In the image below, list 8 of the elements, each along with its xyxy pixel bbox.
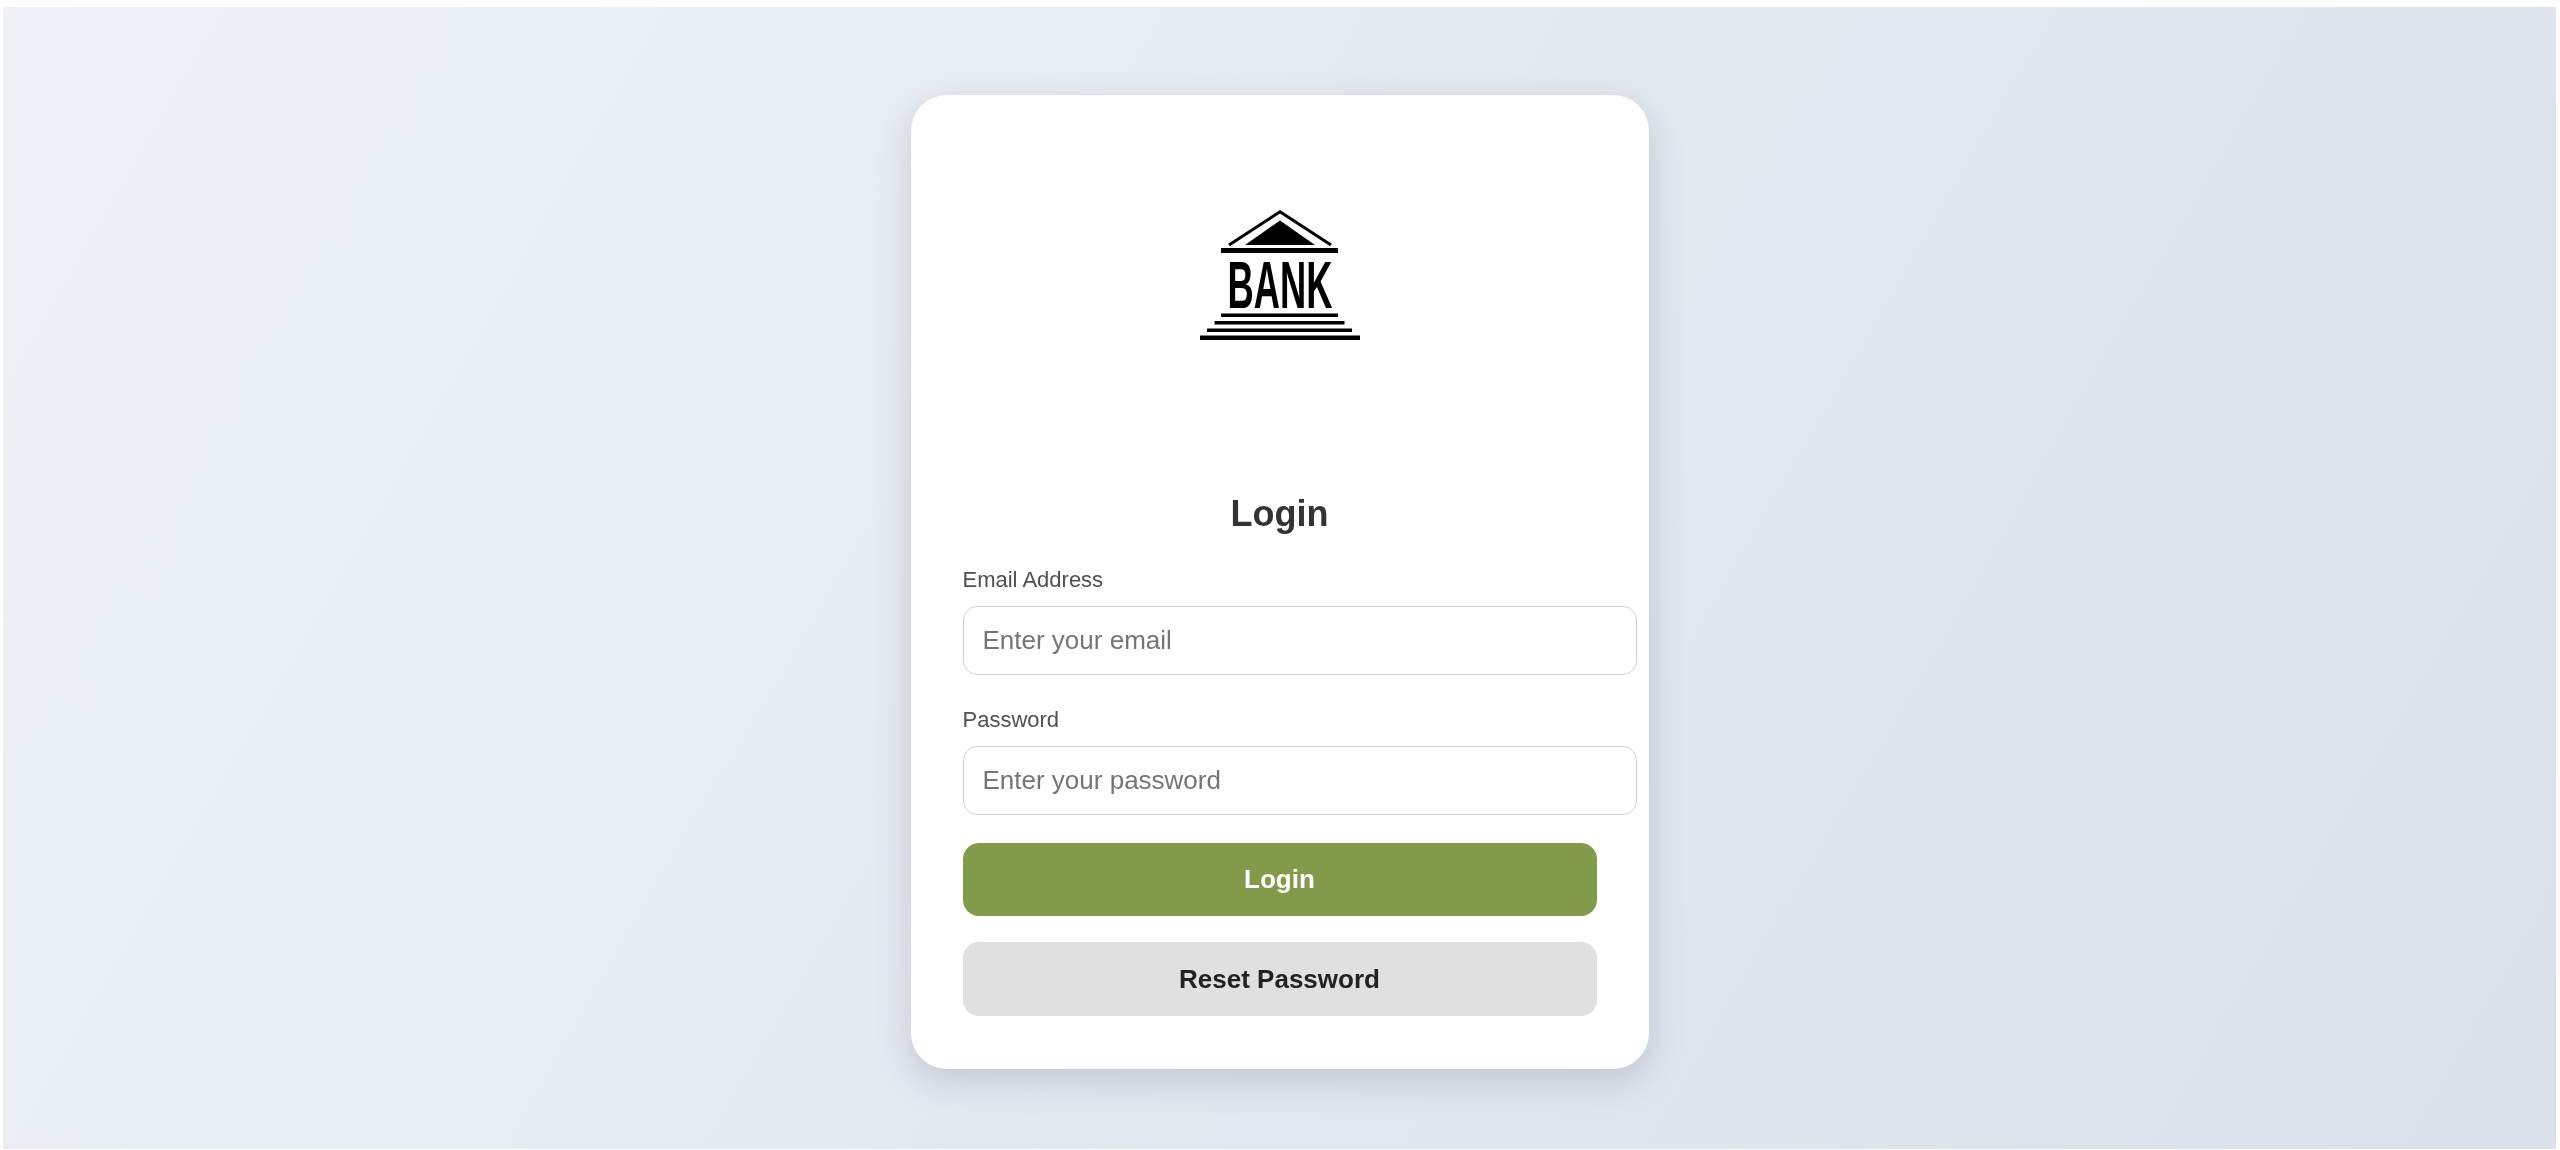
field-label: Email Address [962, 567, 1104, 593]
login-heading: Login [1230, 492, 1329, 535]
logo-text: BANK [1227, 248, 1332, 322]
email-field[interactable]: Enter your email [962, 606, 1637, 675]
password-field[interactable]: Enter your password [962, 746, 1637, 815]
bank-building-icon [1199, 210, 1360, 340]
field-label: Password [962, 707, 1060, 733]
reset-password-button[interactable]: Reset Password [962, 942, 1597, 1016]
